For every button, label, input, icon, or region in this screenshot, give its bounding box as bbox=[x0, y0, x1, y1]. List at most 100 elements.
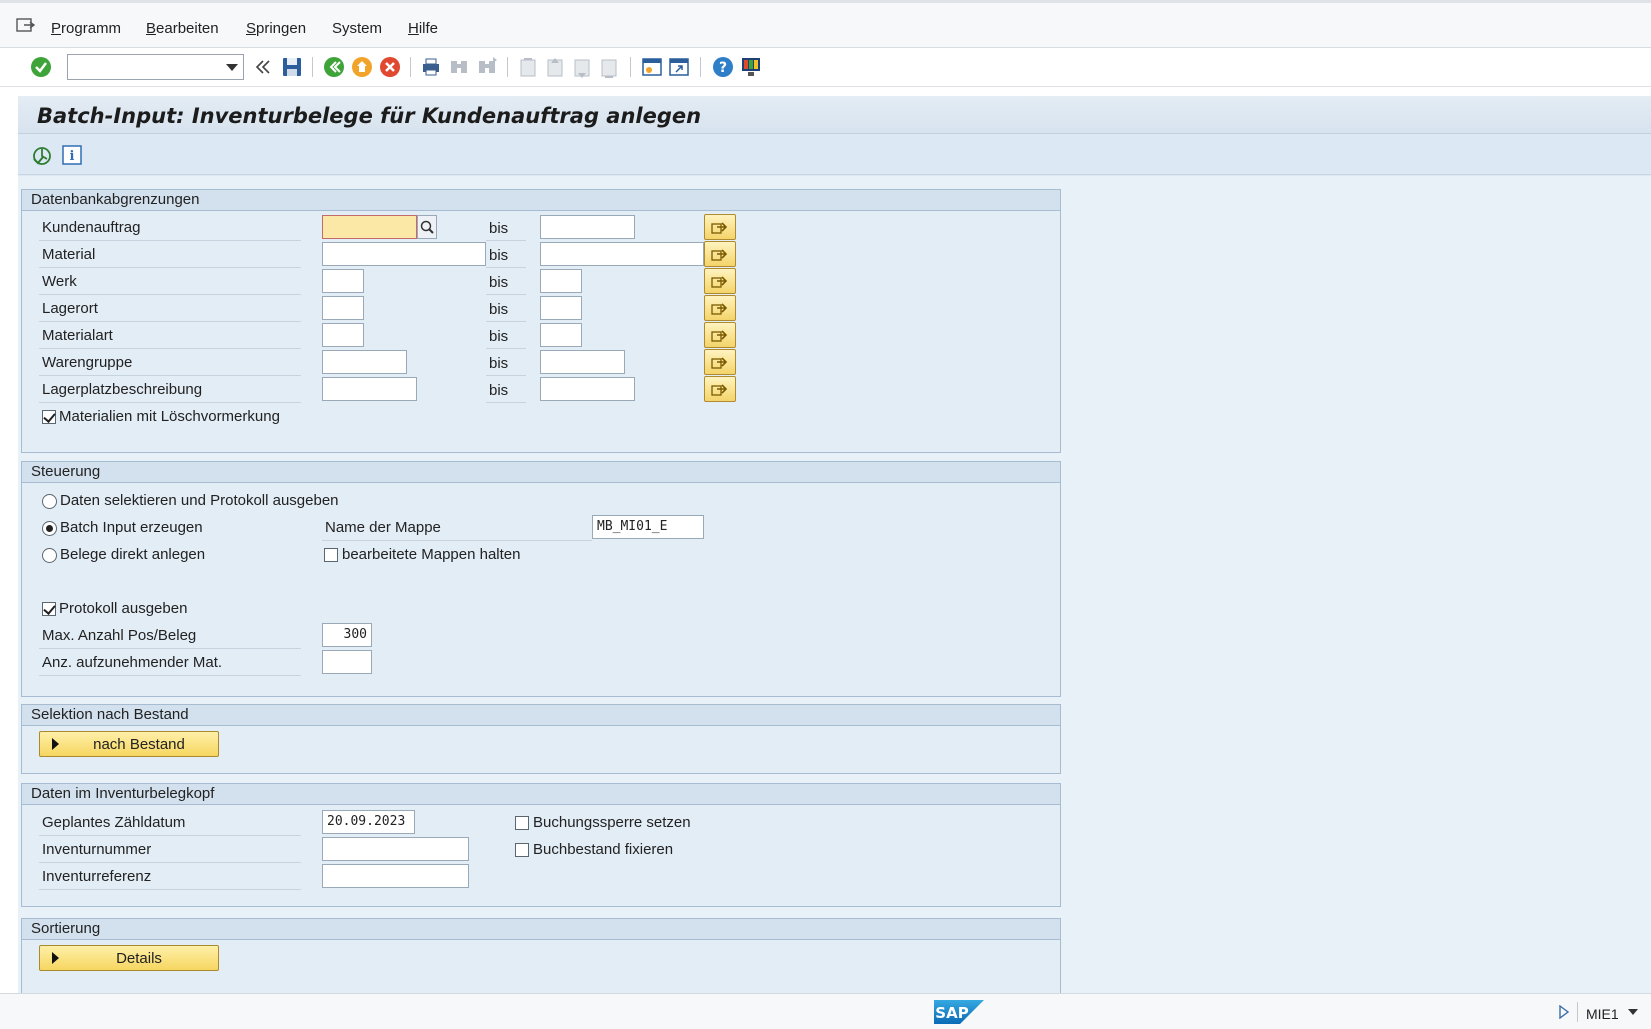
label-lagerplatzbeschreibung: Lagerplatzbeschreibung bbox=[42, 381, 203, 398]
label-materialart: Materialart bbox=[42, 327, 113, 344]
arrow-right-icon bbox=[711, 357, 728, 369]
materialart-multiple-selection-button[interactable] bbox=[704, 322, 736, 348]
enter-icon[interactable] bbox=[29, 55, 53, 79]
warengruppe-to-input[interactable] bbox=[540, 350, 625, 374]
arrow-right-icon bbox=[711, 303, 728, 315]
bis-label: bis bbox=[489, 301, 509, 318]
zaehldatum-input[interactable]: 20.09.2023 bbox=[322, 810, 415, 834]
materialart-to-input[interactable] bbox=[540, 323, 582, 347]
radio-batch-input-label: Batch Input erzeugen bbox=[60, 519, 203, 536]
lagerplatzbeschreibung-multiple-selection-button[interactable] bbox=[704, 376, 736, 402]
menu-mnemonic: B bbox=[146, 20, 157, 37]
mappen-halten-checkbox[interactable] bbox=[324, 548, 338, 562]
label-underline bbox=[486, 348, 526, 349]
play-icon[interactable] bbox=[1558, 1005, 1570, 1019]
werk-multiple-selection-button[interactable] bbox=[704, 268, 736, 294]
protokoll-ausgeben-checkbox[interactable] bbox=[42, 602, 56, 616]
lagerort-multiple-selection-button[interactable] bbox=[704, 295, 736, 321]
layout-icon[interactable] bbox=[739, 55, 763, 79]
menu-hilfe[interactable]: Hilfe bbox=[408, 20, 438, 37]
kundenauftrag-to-input[interactable] bbox=[540, 215, 635, 239]
menu-bearbeiten[interactable]: Bearbeiten bbox=[146, 20, 219, 37]
prev-page-icon[interactable] bbox=[543, 55, 567, 79]
sap-logo-icon: SAP bbox=[934, 1000, 984, 1024]
label-kundenauftrag: Kundenauftrag bbox=[42, 219, 141, 236]
anz-aufzunehmender-input[interactable] bbox=[322, 650, 372, 674]
werk-to-input[interactable] bbox=[540, 269, 582, 293]
back-nav-icon[interactable] bbox=[251, 55, 275, 79]
transaction-code: MIE1 bbox=[1586, 1006, 1619, 1022]
svg-text:?: ? bbox=[719, 60, 727, 76]
material-multiple-selection-button[interactable] bbox=[704, 241, 736, 267]
menu-icon[interactable] bbox=[16, 17, 36, 33]
material-from-input[interactable] bbox=[322, 242, 486, 266]
nach-bestand-button[interactable]: nach Bestand bbox=[39, 731, 219, 757]
print-icon[interactable] bbox=[419, 55, 443, 79]
inventurnummer-input[interactable] bbox=[322, 837, 469, 861]
next-page-icon[interactable] bbox=[570, 55, 594, 79]
last-page-icon[interactable] bbox=[597, 55, 621, 79]
menu-mnemonic: H bbox=[408, 20, 419, 37]
max-anzahl-label: Max. Anzahl Pos/Beleg bbox=[42, 627, 197, 644]
status-separator bbox=[1577, 1002, 1578, 1022]
label-underline bbox=[39, 294, 301, 295]
chevron-down-icon[interactable] bbox=[1628, 1009, 1638, 1015]
search-help-icon[interactable] bbox=[417, 215, 437, 239]
menu-programm[interactable]: Programm bbox=[51, 20, 121, 37]
find-icon[interactable] bbox=[447, 55, 471, 79]
menu-label: pringen bbox=[256, 20, 307, 37]
chevron-down-icon[interactable] bbox=[226, 64, 238, 71]
save-icon[interactable] bbox=[280, 55, 304, 79]
buchungssperre-checkbox[interactable] bbox=[515, 816, 529, 830]
info-icon[interactable]: i bbox=[62, 145, 82, 165]
menu-label: System bbox=[332, 20, 383, 37]
warengruppe-multiple-selection-button[interactable] bbox=[704, 349, 736, 375]
shortcut-icon[interactable] bbox=[667, 55, 691, 79]
group-steuerung: Steuerung Daten selektieren und Protokol… bbox=[21, 461, 1061, 697]
radio-belege-direkt-anlegen[interactable] bbox=[42, 548, 57, 563]
mappe-name-input[interactable]: MB_MI01_E bbox=[592, 515, 704, 539]
details-button[interactable]: Details bbox=[39, 945, 219, 971]
lagerplatzbeschreibung-to-input[interactable] bbox=[540, 377, 635, 401]
material-to-input[interactable] bbox=[540, 242, 704, 266]
zaehldatum-label: Geplantes Zähldatum bbox=[42, 814, 186, 831]
menu-system[interactable]: System bbox=[332, 20, 382, 37]
inventurreferenz-input[interactable] bbox=[322, 864, 469, 888]
cancel-icon[interactable] bbox=[378, 55, 402, 79]
loeschvormerkung-checkbox[interactable] bbox=[42, 410, 56, 424]
radio-daten-selektieren[interactable] bbox=[42, 494, 57, 509]
max-anzahl-input[interactable]: 300 bbox=[322, 623, 372, 647]
werk-from-input[interactable] bbox=[322, 269, 364, 293]
radio-belege-direkt-label: Belege direkt anlegen bbox=[60, 546, 206, 563]
application-toolbar: i bbox=[18, 135, 1651, 175]
buchbestand-fixieren-label: Buchbestand fixieren bbox=[533, 841, 674, 858]
lagerort-to-input[interactable] bbox=[540, 296, 582, 320]
lagerort-from-input[interactable] bbox=[322, 296, 364, 320]
execute-icon[interactable] bbox=[31, 145, 53, 167]
back-icon[interactable] bbox=[322, 55, 346, 79]
menu-label: ilfe bbox=[418, 20, 439, 37]
lagerplatzbeschreibung-from-input[interactable] bbox=[322, 377, 417, 401]
protokoll-ausgeben-label: Protokoll ausgeben bbox=[59, 600, 188, 617]
mappe-name-label: Name der Mappe bbox=[325, 519, 441, 536]
find-next-icon[interactable] bbox=[475, 55, 499, 79]
label-warengruppe: Warengruppe bbox=[42, 354, 133, 371]
first-page-icon[interactable] bbox=[516, 55, 540, 79]
warengruppe-from-input[interactable] bbox=[322, 350, 407, 374]
help-icon[interactable]: ? bbox=[711, 55, 735, 79]
radio-batch-input-erzeugen[interactable] bbox=[42, 521, 57, 536]
kundenauftrag-multiple-selection-button[interactable] bbox=[704, 214, 736, 240]
buchbestand-fixieren-checkbox[interactable] bbox=[515, 843, 529, 857]
menu-springen[interactable]: Springen bbox=[246, 20, 306, 37]
bis-label: bis bbox=[489, 355, 509, 372]
page-title: Batch-Input: Inventurbelege für Kundenau… bbox=[37, 104, 702, 128]
label-underline bbox=[39, 348, 301, 349]
exit-icon[interactable] bbox=[350, 55, 374, 79]
kundenauftrag-from-input[interactable] bbox=[322, 215, 417, 239]
materialart-from-input[interactable] bbox=[322, 323, 364, 347]
group-title: Datenbankabgrenzungen bbox=[22, 190, 1060, 211]
label-underline bbox=[486, 267, 526, 268]
new-session-icon[interactable] bbox=[640, 55, 664, 79]
status-bar: SAP MIE1 bbox=[0, 993, 1651, 1029]
command-field[interactable] bbox=[67, 54, 244, 80]
